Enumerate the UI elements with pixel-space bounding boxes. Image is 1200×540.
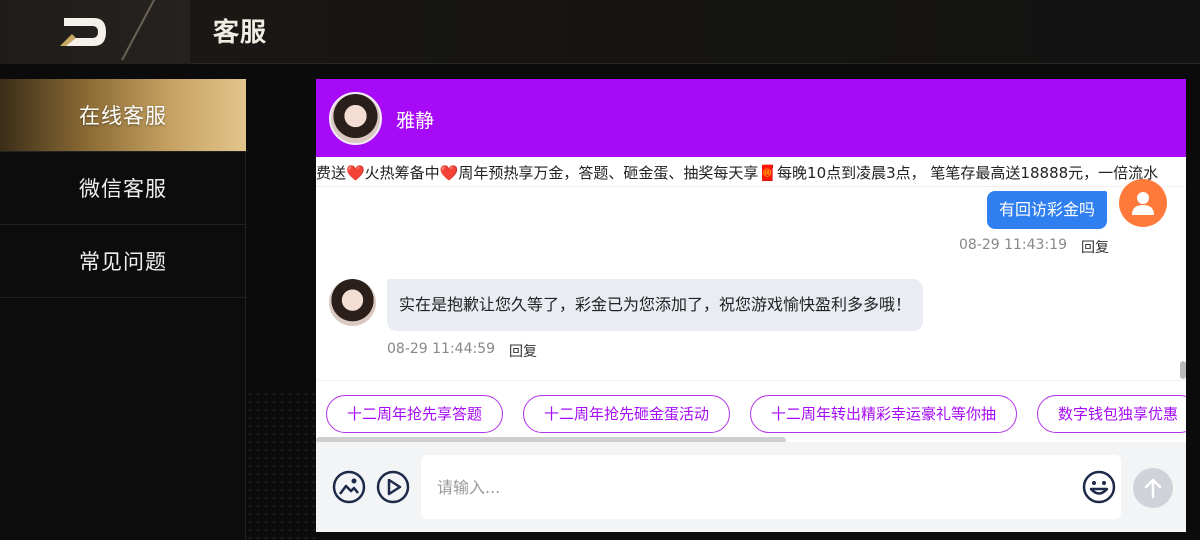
sidebar-item-wechat-service[interactable]: 微信客服	[0, 152, 246, 225]
quick-reply-bar: 十二周年抢先享答题 十二周年抢先砸金蛋活动 十二周年转出精彩幸运豪礼等你抽 数字…	[316, 380, 1186, 442]
message-list[interactable]: 有回访彩金吗 08-29 11:43:19 回复 实在是抱歉让您久等了，彩金已为…	[316, 179, 1186, 380]
agent-message-meta: 08-29 11:44:59 回复	[387, 341, 537, 361]
chat-header: 雅静	[316, 79, 1186, 157]
sidebar-item-label: 在线客服	[79, 104, 167, 128]
announcement-marquee: 费送❤️火热筹备中❤️周年预热享万金，答题、砸金蛋、抽奖每天享🧧每晚10点到凌晨…	[316, 159, 1186, 187]
sidebar-item-label: 常见问题	[79, 250, 167, 274]
back-logo-icon	[60, 18, 106, 46]
sidebar-item-faq[interactable]: 常见问题	[0, 225, 246, 298]
chat-panel: 雅静 费送❤️火热筹备中❤️周年预热享万金，答题、砸金蛋、抽奖每天享🧧每晚10点…	[316, 79, 1186, 532]
quick-reply-chip[interactable]: 十二周年抢先砸金蛋活动	[523, 395, 731, 433]
image-upload-icon[interactable]	[332, 470, 366, 504]
agent-avatar	[329, 279, 376, 326]
sidebar-item-label: 微信客服	[79, 177, 167, 201]
reply-link[interactable]: 回复	[509, 341, 537, 361]
user-message-bubble: 有回访彩金吗	[986, 191, 1107, 229]
video-upload-icon[interactable]	[376, 470, 410, 504]
sidebar: 在线客服 微信客服 常见问题	[0, 79, 246, 540]
agent-message-bubble: 实在是抱歉让您久等了，彩金已为您添加了，祝您游戏愉快盈利多多哦！	[387, 279, 924, 331]
back-button[interactable]	[0, 0, 190, 64]
user-avatar	[1119, 179, 1167, 227]
top-bar: 客服	[0, 0, 1200, 64]
agent-avatar	[329, 92, 382, 145]
user-message-meta: 08-29 11:43:19 回复	[959, 237, 1109, 257]
message-timestamp: 08-29 11:44:59	[387, 341, 496, 357]
quick-reply-chip[interactable]: 数字钱包独享优惠	[1037, 395, 1186, 433]
user-icon	[1132, 192, 1154, 215]
send-button[interactable]	[1133, 468, 1173, 508]
input-bar	[316, 442, 1186, 532]
decorative-dots	[246, 390, 316, 540]
sidebar-item-online-service[interactable]: 在线客服	[0, 79, 246, 152]
quick-reply-chip[interactable]: 十二周年抢先享答题	[326, 395, 504, 433]
vertical-scrollbar[interactable]	[1180, 361, 1186, 379]
message-input[interactable]	[421, 455, 1121, 519]
quick-reply-chip[interactable]: 十二周年转出精彩幸运豪礼等你抽	[750, 395, 1018, 433]
reply-link[interactable]: 回复	[1081, 237, 1109, 257]
agent-name: 雅静	[396, 110, 435, 132]
arrow-up-icon	[1144, 478, 1162, 499]
message-timestamp: 08-29 11:43:19	[958, 237, 1067, 253]
emoji-icon[interactable]	[1082, 470, 1116, 504]
page-title: 客服	[213, 18, 268, 48]
